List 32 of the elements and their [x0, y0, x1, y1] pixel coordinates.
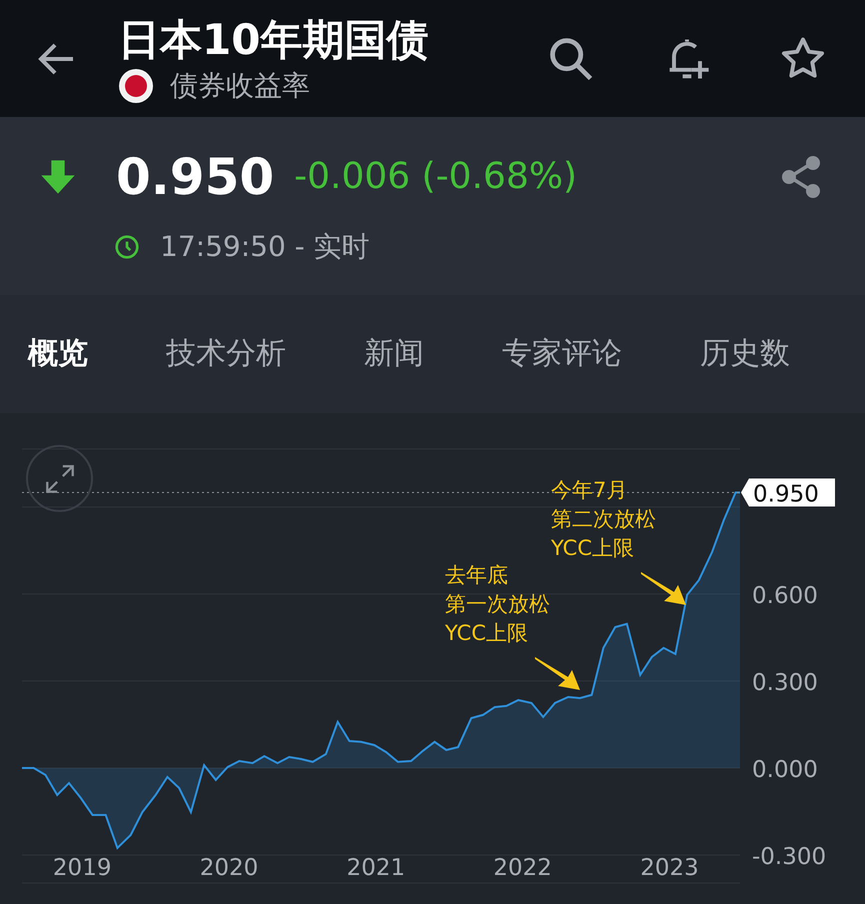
- y-axis-label: -0.300: [752, 844, 826, 870]
- price: 0.950: [116, 147, 274, 207]
- y-axis-label: 0.000: [752, 757, 818, 783]
- page-title: 日本10年期国债: [118, 14, 428, 66]
- x-axis-label: 2023: [640, 855, 699, 881]
- annotation-text: 第二次放松: [551, 507, 656, 531]
- price-change: -0.006 (-0.68%): [294, 155, 578, 199]
- subtitle: 债券收益率: [170, 68, 310, 104]
- annotation-text: 去年底: [445, 563, 508, 587]
- annotation-text: 今年7月: [551, 478, 628, 502]
- expand-button[interactable]: [26, 445, 93, 512]
- y-axis-label: 0.300: [752, 670, 818, 696]
- tab[interactable]: 历史数: [700, 295, 790, 413]
- annotation-arrow: [641, 572, 686, 605]
- annotation-text: 第一次放松: [445, 592, 550, 616]
- flag-icon: [118, 68, 154, 104]
- tab[interactable]: 新闻: [364, 295, 424, 413]
- annotation-arrow: [535, 657, 580, 690]
- x-axis-label: 2019: [52, 855, 112, 881]
- tab[interactable]: 专家评论: [502, 295, 622, 413]
- clock-icon: [114, 234, 140, 260]
- y-axis-label: 0.600: [752, 583, 818, 609]
- x-axis-label: 2022: [493, 855, 552, 881]
- annotation-text: YCC上限: [445, 621, 528, 645]
- update-time: 17:59:50 - 实时: [160, 229, 370, 265]
- ref-line-label: 0.950: [753, 482, 819, 508]
- tab[interactable]: 概览: [28, 295, 88, 413]
- x-axis-label: 2020: [200, 855, 258, 881]
- tab[interactable]: 技术分析: [166, 295, 286, 413]
- last-value-tag: 0.950: [741, 478, 835, 508]
- annotation-text: YCC上限: [551, 536, 634, 560]
- x-axis-label: 2021: [346, 855, 406, 881]
